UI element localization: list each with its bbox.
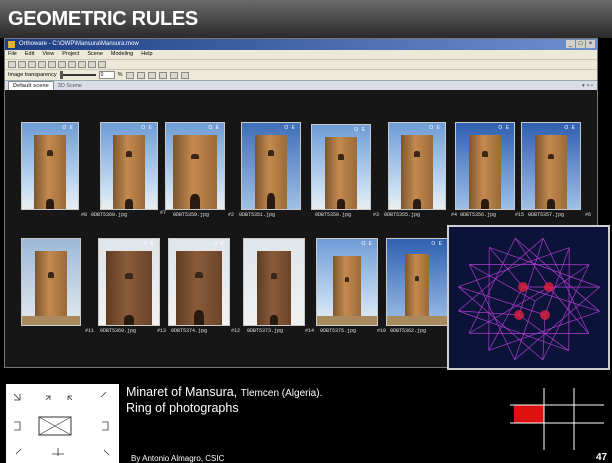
photo-filename: 0DBT5360.jpg (91, 212, 128, 218)
tab-3d-scene[interactable]: 3D Scene (58, 83, 82, 89)
tab-controls[interactable]: ▾ × • (582, 83, 597, 89)
photo-label: #13 (157, 328, 167, 334)
copy-icon[interactable] (78, 61, 86, 68)
photo-label: #11 (85, 328, 95, 334)
rotate-icon[interactable] (136, 71, 145, 79)
photo-thumbnail[interactable]: O E (21, 122, 79, 210)
photo-thumbnail[interactable]: O E (316, 238, 378, 326)
settings-icon[interactable] (98, 61, 106, 68)
scene-tabs: Default scene 3D Scene ▾ × • (5, 80, 597, 90)
photo-thumbnail[interactable] (21, 238, 81, 326)
photo-thumbnail[interactable]: O E (241, 122, 301, 210)
photo-label: #12 (231, 328, 241, 334)
photo-label: #8 (81, 212, 88, 218)
page-number: 47 (596, 452, 608, 463)
photo-label: #14 (305, 328, 315, 334)
maximize-button[interactable]: □ (576, 40, 585, 48)
window-title-bar: Orthoware - C:\OWP\Mansura\Mansura.mow _… (5, 39, 597, 50)
photo-label: #2 (228, 212, 235, 218)
redo-icon[interactable] (68, 61, 76, 68)
save-all-icon[interactable] (38, 61, 46, 68)
author-credit: By Antonio Almagro, CSIC (131, 454, 225, 463)
photo-thumbnail[interactable] (243, 238, 305, 326)
photo-thumbnail[interactable]: O E (100, 122, 158, 210)
menu-edit[interactable]: Edit (25, 50, 34, 59)
photo-filename: 0DBT5355.jpg (384, 212, 421, 218)
menu-project[interactable]: Project (62, 50, 79, 59)
open-icon[interactable] (18, 61, 26, 68)
photo-thumbnail[interactable]: O E (98, 238, 160, 326)
menu-scene[interactable]: Scene (87, 50, 103, 59)
photo-label: #7 (160, 210, 167, 216)
camera-ring-graphic (458, 237, 600, 361)
menu-file[interactable]: File (8, 50, 17, 59)
slide-caption: Minaret of Mansura, Tlemcen (Algeria). R… (126, 385, 322, 416)
app-icon (8, 41, 15, 48)
photo-label: #6 (585, 212, 592, 218)
photo-filename: 0DBT5369.jpg (100, 328, 137, 334)
window-title: Orthoware - C:\OWP\Mansura\Mansura.mow (19, 41, 139, 47)
photo-filename: 0DBT5373.jpg (247, 328, 284, 334)
transparency-slider[interactable] (59, 71, 96, 79)
photo-filename: 0DBT5350.jpg (315, 212, 352, 218)
caption-subtitle: Ring of photographs (126, 401, 239, 415)
photo-thumbnail[interactable]: O E (168, 238, 230, 326)
caption-monument: Minaret of Mansura, (126, 385, 238, 399)
camera-position-diagram (6, 384, 119, 463)
paste-icon[interactable] (88, 61, 96, 68)
grid-logo (510, 388, 604, 450)
select-icon[interactable] (125, 71, 134, 79)
close-button[interactable]: × (586, 40, 595, 48)
photo-filename: 0DBT5374.jpg (171, 328, 208, 334)
slide-title: GEOMETRIC RULES (8, 8, 198, 30)
photo-filename: 0DBT5375.jpg (320, 328, 357, 334)
photo-label: #3 (373, 212, 380, 218)
transparency-label: Image transparency (8, 72, 57, 78)
slide-header: GEOMETRIC RULES (0, 0, 612, 38)
export-icon[interactable] (180, 71, 189, 79)
photo-label: #15 (515, 212, 525, 218)
slider-handle[interactable] (59, 71, 63, 79)
photo-thumbnail[interactable]: O E (386, 238, 448, 326)
photo-filename: 0DBT5357.jpg (528, 212, 565, 218)
percent-label: % (117, 72, 123, 78)
new-icon[interactable] (8, 61, 16, 68)
photo-thumbnail[interactable]: O E (521, 122, 581, 210)
tab-default-scene[interactable]: Default scene (8, 81, 54, 90)
photo-thumbnail[interactable]: O E (388, 122, 446, 210)
menu-bar: File Edit View Project Scene Modeling He… (5, 50, 597, 59)
menu-help[interactable]: Help (141, 50, 152, 59)
camera-ring-inset (447, 225, 610, 370)
minimize-button[interactable]: _ (566, 40, 575, 48)
properties-icon[interactable] (48, 61, 56, 68)
photo-filename: 0DBT5351.jpg (239, 212, 276, 218)
main-toolbar (5, 59, 597, 69)
menu-modeling[interactable]: Modeling (111, 50, 133, 59)
photo-thumbnail[interactable]: O E (455, 122, 515, 210)
menu-view[interactable]: View (42, 50, 54, 59)
transparency-toolbar: Image transparency 0 % (5, 69, 597, 80)
save-icon[interactable] (28, 61, 36, 68)
undo-icon[interactable] (58, 61, 66, 68)
caption-location: Tlemcen (Algeria). (240, 388, 323, 399)
image-icon[interactable] (158, 71, 167, 79)
photo-label: #4 (451, 212, 458, 218)
photo-filename: 0DBT5359.jpg (173, 212, 210, 218)
camera-icon[interactable] (147, 71, 156, 79)
photo-label: #10 (377, 328, 387, 334)
grid-icon[interactable] (169, 71, 178, 79)
window-controls: _ □ × (566, 40, 595, 48)
photo-thumbnail[interactable]: O E (165, 122, 225, 210)
photo-thumbnail[interactable]: O E (311, 124, 371, 210)
photo-filename: 0DBT5362.jpg (390, 328, 427, 334)
transparency-value[interactable]: 0 (98, 71, 115, 79)
photo-filename: 0DBT5356.jpg (460, 212, 497, 218)
